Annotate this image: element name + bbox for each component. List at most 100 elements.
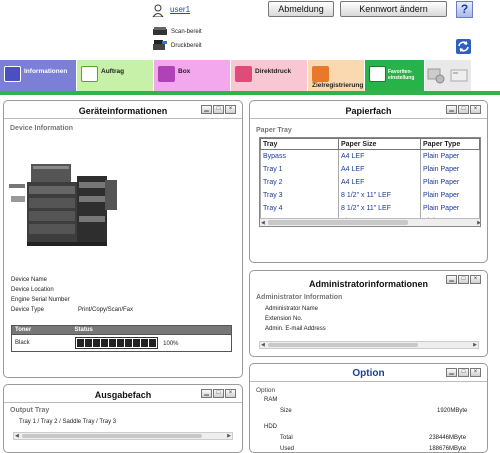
window-controls: ▁ □ × bbox=[201, 389, 236, 398]
paper-table: Tray Paper Size Paper Type Bypass A4 LEF P… bbox=[260, 138, 480, 226]
refresh-icon[interactable] bbox=[456, 39, 471, 54]
paper-tray-panel: Papierfach ▁ □ × Paper Tray Tray Paper Siz… bbox=[249, 100, 488, 263]
close-icon[interactable]: × bbox=[470, 105, 481, 114]
tab-informationen-label: Informationen bbox=[24, 68, 68, 75]
user-icon bbox=[152, 4, 164, 18]
tray-cell: Tray 4 bbox=[260, 201, 339, 215]
device-location-label: Device Location bbox=[11, 287, 54, 293]
printer-status: Druckbereit bbox=[152, 40, 202, 52]
paper-type-cell: Plain Paper bbox=[420, 149, 480, 163]
option-subtitle: Option bbox=[256, 387, 276, 394]
extra-tab-icon-2[interactable] bbox=[447, 60, 471, 91]
paper-size-cell: 8 1/2" x 11" LEF bbox=[338, 201, 421, 215]
device-type-value: Print/Copy/Scan/Fax bbox=[78, 307, 134, 313]
box-icon bbox=[158, 66, 175, 82]
horizontal-scrollbar[interactable]: ◀ ▶ bbox=[260, 218, 480, 226]
toner-status: 100% bbox=[71, 334, 232, 352]
hdd-label: HDD bbox=[264, 424, 277, 430]
tray-cell: Tray 2 bbox=[260, 175, 339, 189]
hdd-used-value: 188676MByte bbox=[429, 446, 467, 452]
tab-informationen[interactable]: Informationen bbox=[0, 60, 77, 91]
status-header: Status bbox=[71, 325, 232, 335]
favorite-settings-icon bbox=[369, 66, 386, 82]
paper-type-cell: Plain Paper bbox=[420, 175, 480, 189]
paper-size-cell: A4 LEF bbox=[338, 149, 421, 163]
tab-auftrag[interactable]: Auftrag bbox=[77, 60, 154, 91]
hdd-used-label: Used bbox=[280, 446, 295, 452]
address-icon bbox=[312, 66, 329, 82]
scanner-status: Scan-bereit bbox=[152, 26, 202, 38]
table-row: Tray 2 A4 LEF Plain Paper bbox=[260, 175, 480, 189]
logout-button[interactable]: Abmeldung bbox=[268, 1, 334, 17]
toner-header: Toner bbox=[11, 325, 72, 335]
table-row: Bypass A4 LEF Plain Paper bbox=[260, 149, 480, 163]
toner-level-label: 100% bbox=[163, 340, 179, 347]
scanner-icon bbox=[152, 26, 168, 36]
paper-type-column-header: Paper Type bbox=[420, 138, 480, 150]
scanner-status-label: Scan-bereit bbox=[171, 29, 202, 35]
admin-panel: Administratorinformationen ▁ □ × Administr… bbox=[249, 270, 488, 357]
admin-subtitle: Administrator Information bbox=[256, 294, 343, 301]
engine-serial-label: Engine Serial Number bbox=[11, 297, 70, 303]
help-button[interactable]: ? bbox=[456, 1, 473, 18]
tab-direktdruck[interactable]: Direktdruck bbox=[231, 60, 308, 91]
tray-cell: Tray 3 bbox=[260, 188, 339, 202]
toner-level-bar bbox=[74, 337, 158, 349]
window-controls: ▁ □ × bbox=[446, 368, 481, 377]
tray-cell: Bypass bbox=[260, 149, 339, 163]
paper-size-cell: 8 1/2" x 11" LEF bbox=[338, 188, 421, 202]
ram-label: RAM bbox=[264, 397, 278, 403]
table-row: Tray 48 1/2" x 11" LEF Plain Paper bbox=[260, 201, 480, 215]
job-icon bbox=[81, 66, 98, 82]
tab-zielregistrierung-label: Zielregistrierung bbox=[312, 82, 364, 89]
maximize-icon[interactable]: □ bbox=[458, 275, 469, 284]
tab-zielregistrierung[interactable]: Zielregistrierung bbox=[308, 60, 365, 91]
option-panel: Option ▁ □ × Option RAM Size 1920MByte HDD… bbox=[249, 363, 488, 453]
close-icon[interactable]: × bbox=[225, 105, 236, 114]
tab-direktdruck-label: Direktdruck bbox=[255, 68, 292, 75]
change-password-button[interactable]: Kennwort ändern bbox=[340, 1, 447, 17]
tab-auftrag-label: Auftrag bbox=[101, 68, 125, 75]
maximize-icon[interactable]: □ bbox=[213, 389, 224, 398]
hdd-total-value: 238446MByte bbox=[429, 435, 467, 441]
table-row: Black 100% bbox=[11, 334, 232, 352]
toner-name: Black bbox=[11, 334, 72, 352]
tab-box-label: Box bbox=[178, 68, 191, 75]
minimize-icon[interactable]: ▁ bbox=[446, 275, 457, 284]
printer-status-label: Druckbereit bbox=[171, 43, 202, 49]
output-tray-subtitle: Output Tray bbox=[10, 407, 50, 414]
maximize-icon[interactable]: □ bbox=[458, 368, 469, 377]
information-icon bbox=[4, 66, 21, 82]
close-icon[interactable]: × bbox=[470, 368, 481, 377]
window-controls: ▁ □ × bbox=[446, 275, 481, 284]
tab-box[interactable]: Box bbox=[154, 60, 231, 91]
tab-favoriten-einstellung-label: Favoriten-einstellung bbox=[388, 69, 415, 81]
device-name-label: Device Name bbox=[11, 277, 48, 283]
paper-type-cell: Plain Paper bbox=[420, 162, 480, 176]
output-tray-value: Tray 1 / Tray 2 / Saddle Tray / Tray 3 bbox=[19, 419, 117, 425]
extra-tab-icon-1[interactable] bbox=[425, 60, 447, 91]
tray-cell: Tray 1 bbox=[260, 162, 339, 176]
admin-name-label: Administrator Name bbox=[265, 306, 319, 312]
close-icon[interactable]: × bbox=[225, 389, 236, 398]
paper-table-scroll[interactable]: Tray Paper Size Paper Type Bypass A4 LEF P… bbox=[259, 137, 481, 227]
extension-no-label: Extension No. bbox=[265, 316, 303, 322]
window-controls: ▁ □ × bbox=[201, 105, 236, 114]
maximize-icon[interactable]: □ bbox=[458, 105, 469, 114]
table-row: Tray 1 A4 LEF Plain Paper bbox=[260, 162, 480, 176]
tab-favoriten-einstellung[interactable]: Favoriten-einstellung bbox=[365, 60, 425, 91]
device-type-label: Device Type bbox=[11, 307, 44, 313]
close-icon[interactable]: × bbox=[470, 275, 481, 284]
user-name-link[interactable]: user1 bbox=[170, 5, 190, 14]
horizontal-scrollbar[interactable]: ◀ ▶ bbox=[13, 432, 233, 440]
device-image bbox=[9, 156, 121, 251]
maximize-icon[interactable]: □ bbox=[213, 105, 224, 114]
minimize-icon[interactable]: ▁ bbox=[201, 389, 212, 398]
minimize-icon[interactable]: ▁ bbox=[446, 368, 457, 377]
ram-size-value: 1920MByte bbox=[437, 408, 468, 414]
minimize-icon[interactable]: ▁ bbox=[446, 105, 457, 114]
horizontal-scrollbar[interactable]: ◀ ▶ bbox=[259, 341, 479, 349]
output-tray-panel: Ausgabefach ▁ □ × Output Tray Tray 1 / Tra… bbox=[3, 384, 243, 453]
ram-size-label: Size bbox=[280, 408, 292, 414]
minimize-icon[interactable]: ▁ bbox=[201, 105, 212, 114]
